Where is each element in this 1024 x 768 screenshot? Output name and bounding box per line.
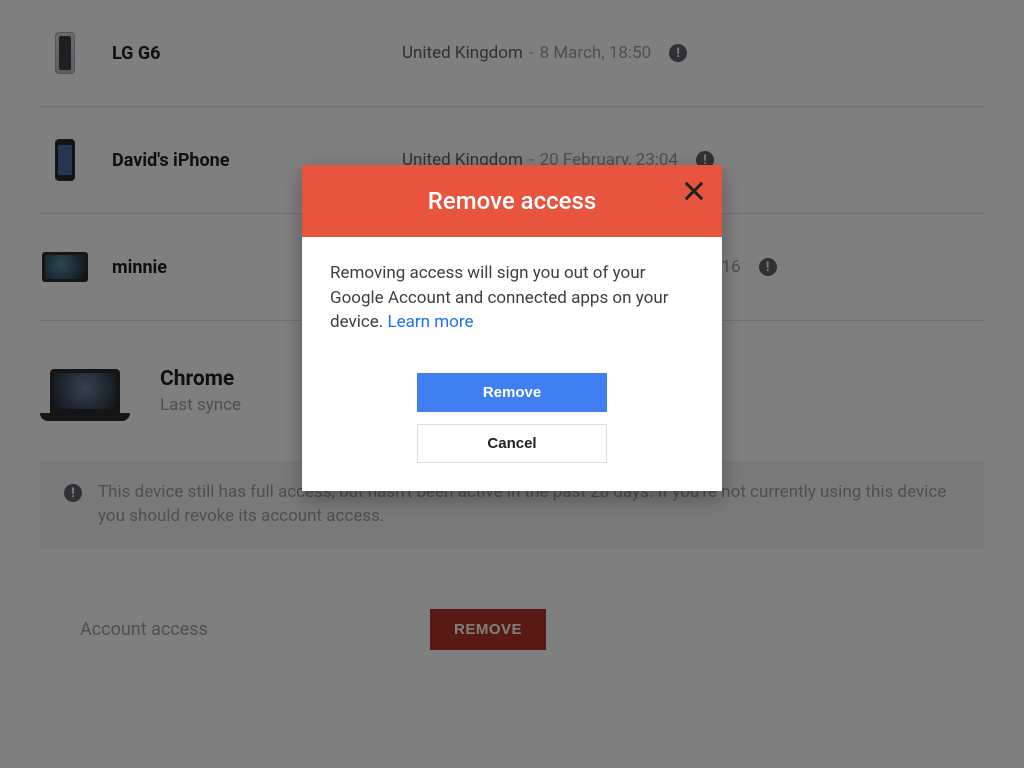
modal-overlay[interactable]: Remove access Removing access will sign … [0,0,1024,768]
modal-actions: Remove Cancel [302,363,722,491]
close-icon[interactable] [680,177,708,205]
modal-body-text: Removing access will sign you out of you… [330,263,668,332]
cancel-button[interactable]: Cancel [417,424,607,463]
learn-more-link[interactable]: Learn more [387,312,473,332]
modal-body: Removing access will sign you out of you… [302,237,722,363]
remove-button[interactable]: Remove [417,373,607,412]
modal-title: Remove access [428,187,596,215]
modal-header: Remove access [302,165,722,237]
remove-access-modal: Remove access Removing access will sign … [302,165,722,491]
